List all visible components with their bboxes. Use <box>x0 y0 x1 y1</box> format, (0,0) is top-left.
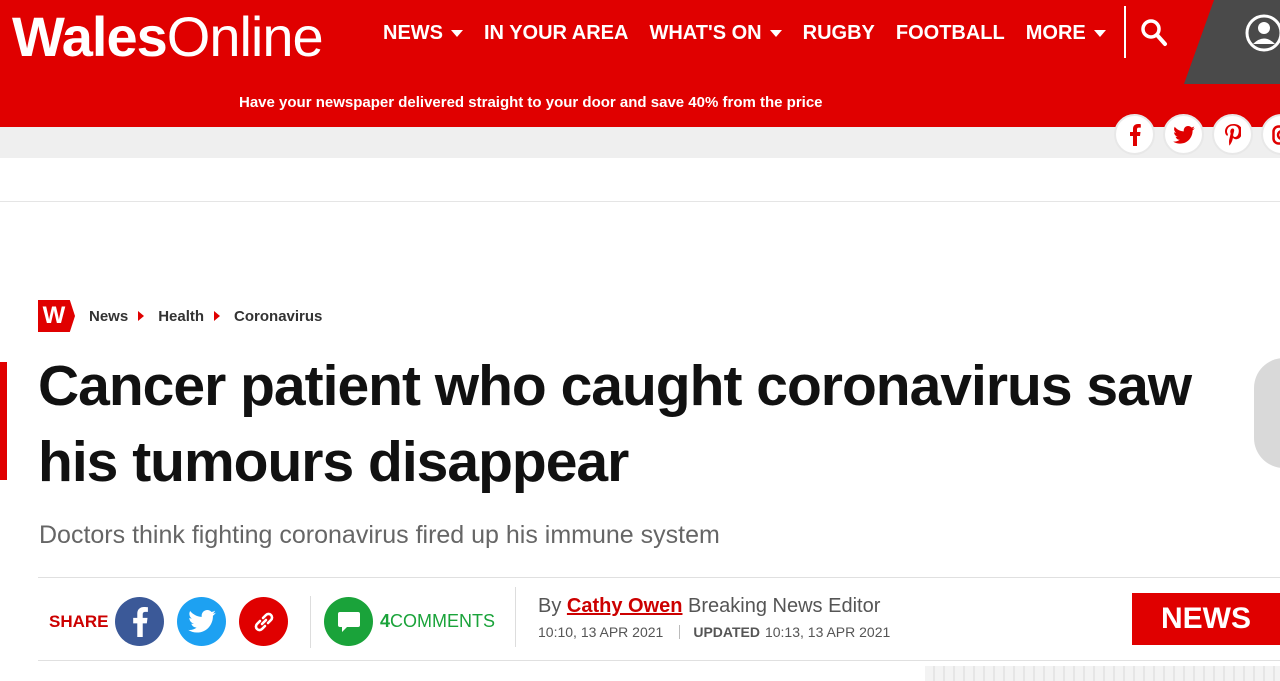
share-label: SHARE <box>49 612 109 631</box>
site-logo[interactable]: WalesOnline <box>12 4 324 69</box>
comments-label: COMMENTS <box>390 611 496 631</box>
overlay-circle <box>1254 358 1280 468</box>
nav-news-label: NEWS <box>383 22 443 44</box>
comment-icon <box>337 611 360 632</box>
article-dates: 10:10, 13 APR 2021 UPDATED 10:13, 13 APR… <box>538 624 890 640</box>
nav-news[interactable]: NEWS <box>383 22 463 45</box>
main-nav: NEWS IN YOUR AREA WHAT'S ON RUGBY FOOTBA… <box>383 22 1127 45</box>
twitter-icon[interactable] <box>1163 114 1204 155</box>
divider <box>679 625 681 639</box>
nav-rugby[interactable]: RUGBY <box>803 22 875 45</box>
account-button[interactable] <box>1184 0 1280 84</box>
share-twitter-button[interactable] <box>177 597 226 646</box>
logo-wales: Wales <box>12 5 168 68</box>
divider <box>38 660 1280 661</box>
updated-time: 10:13, 13 APR 2021 <box>764 624 891 640</box>
link-icon <box>254 612 273 631</box>
divider <box>310 596 311 648</box>
headline-accent <box>0 362 7 480</box>
author-role: Breaking News Editor <box>688 595 881 617</box>
nav-rugby-label: RUGBY <box>802 22 875 44</box>
comments-link[interactable]: 4COMMENTS <box>380 611 495 632</box>
nav-whats-on-label: WHAT'S ON <box>649 22 762 44</box>
updated-label: UPDATED <box>693 624 760 640</box>
sub-header-bar <box>0 127 1280 158</box>
site-header: WalesOnline NEWS IN YOUR AREA WHAT'S ON … <box>0 0 1280 127</box>
nav-in-your-area[interactable]: IN YOUR AREA <box>484 22 628 45</box>
published-time: 10:10, 13 APR 2021 <box>538 624 664 640</box>
nav-football[interactable]: FOOTBALL <box>896 22 1005 45</box>
facebook-icon[interactable] <box>1114 114 1155 155</box>
chevron-down-icon <box>1093 30 1106 37</box>
nav-divider <box>1124 6 1126 58</box>
chevron-down-icon <box>769 30 782 37</box>
nav-football-label: FOOTBALL <box>895 22 1005 44</box>
pinterest-icon[interactable] <box>1212 114 1253 155</box>
byline: By Cathy Owen Breaking News Editor <box>538 595 880 618</box>
divider <box>0 201 1280 202</box>
section-badge[interactable]: NEWS <box>1132 593 1280 645</box>
breadcrumb-health[interactable]: Health <box>158 308 204 325</box>
image-edge <box>925 666 1280 681</box>
comments-button[interactable] <box>324 597 373 646</box>
walesonline-badge-icon[interactable]: W <box>38 300 75 332</box>
chevron-right-icon <box>138 311 145 321</box>
breadcrumb-news[interactable]: News <box>89 308 128 325</box>
nav-in-your-area-label: IN YOUR AREA <box>484 22 629 44</box>
article-standfirst: Doctors think fighting coronavirus fired… <box>39 521 720 549</box>
chevron-down-icon <box>451 30 463 37</box>
social-links <box>1114 114 1280 155</box>
nav-more-label: MORE <box>1025 22 1086 44</box>
copy-link-button[interactable] <box>239 597 288 646</box>
instagram-icon[interactable] <box>1261 114 1280 155</box>
author-link[interactable]: Cathy Owen <box>567 595 683 617</box>
share-facebook-button[interactable] <box>115 597 164 646</box>
breadcrumb: W News Health Coronavirus <box>38 300 322 332</box>
nav-more[interactable]: MORE <box>1026 22 1106 45</box>
byline-by: By <box>538 595 562 617</box>
article-headline: Cancer patient who caught coronavirus sa… <box>38 354 1192 494</box>
comments-count: 4 <box>380 611 391 631</box>
logo-online: Online <box>166 5 324 68</box>
nav-whats-on[interactable]: WHAT'S ON <box>649 22 782 45</box>
breadcrumb-coronavirus[interactable]: Coronavirus <box>234 308 322 325</box>
divider <box>515 587 516 647</box>
chevron-right-icon <box>214 311 221 321</box>
promo-link[interactable]: Have your newspaper delivered straight t… <box>239 94 823 111</box>
facebook-icon <box>132 606 148 637</box>
twitter-icon <box>187 610 216 633</box>
search-icon[interactable] <box>1140 18 1168 48</box>
divider <box>38 577 1280 578</box>
